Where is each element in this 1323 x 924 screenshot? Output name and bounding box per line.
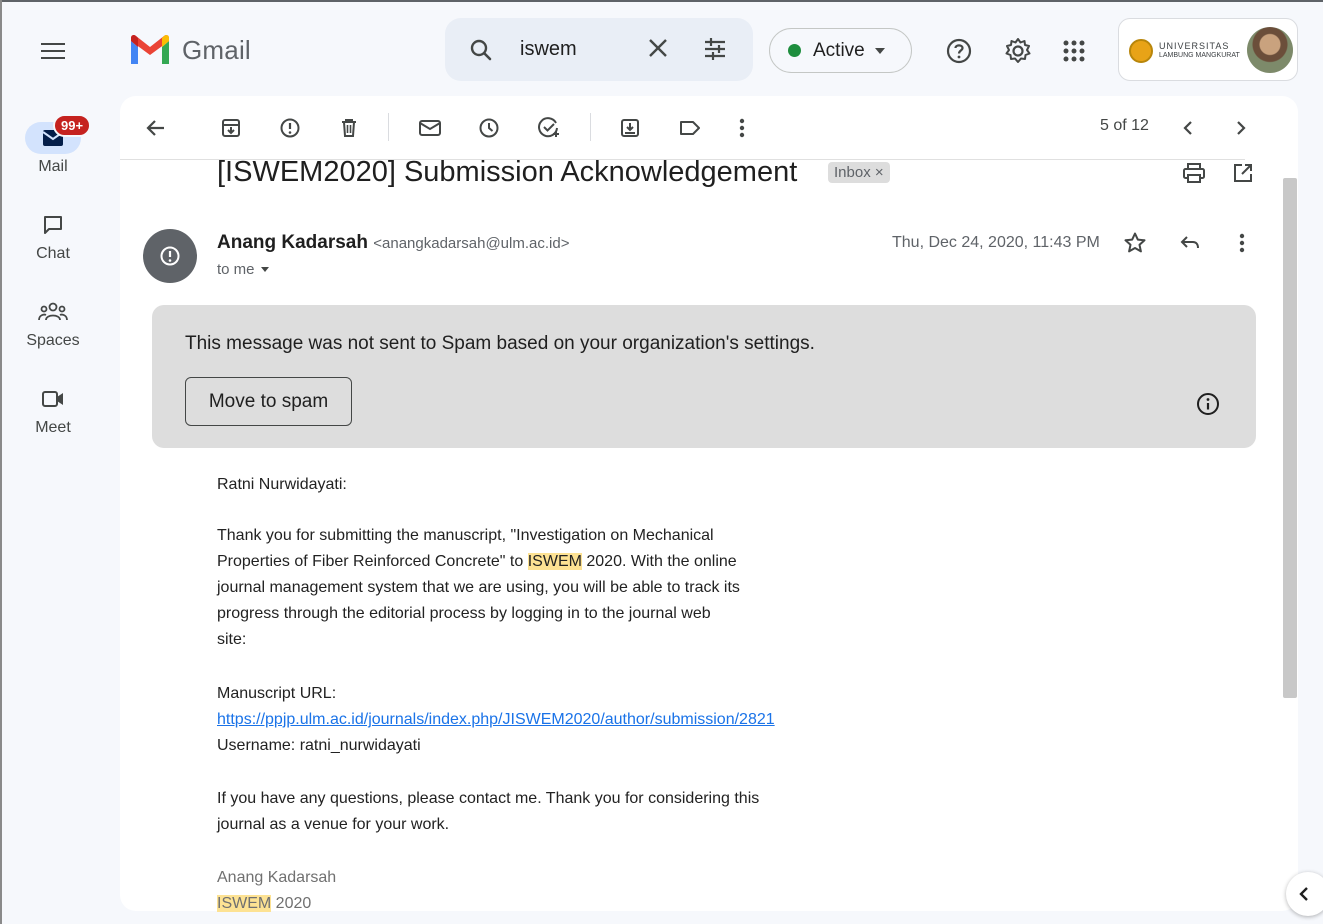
status-button[interactable]: Active	[769, 28, 912, 73]
rail-item-spaces[interactable]: Spaces	[8, 296, 98, 350]
report-spam-icon[interactable]	[277, 115, 303, 141]
star-icon[interactable]	[1122, 230, 1148, 256]
search-options-icon[interactable]	[702, 36, 728, 67]
rail-item-mail[interactable]: 99+ Mail	[8, 114, 98, 176]
manuscript-url-label: Manuscript URL:	[217, 685, 337, 702]
chat-icon	[44, 216, 62, 234]
settings-gear-icon[interactable]	[1002, 35, 1034, 67]
search-bar[interactable]: iswem	[445, 18, 753, 81]
move-to-spam-button[interactable]: Move to spam	[185, 377, 352, 426]
clear-search-icon[interactable]	[645, 35, 671, 66]
app-name: Gmail	[182, 34, 251, 65]
message-more-icon[interactable]	[1229, 230, 1255, 256]
move-to-icon[interactable]	[617, 115, 643, 141]
open-new-window-icon[interactable]	[1230, 160, 1256, 186]
apps-grid-icon[interactable]	[1058, 35, 1090, 67]
search-highlight: ISWEM	[217, 895, 272, 912]
email-greeting: Ratni Nurwidayati:	[217, 476, 347, 493]
help-icon[interactable]	[943, 35, 975, 67]
archive-icon[interactable]	[218, 115, 244, 141]
search-input[interactable]: iswem	[520, 38, 577, 61]
rail-label-mail: Mail	[38, 158, 68, 175]
window-top-border	[0, 0, 1323, 2]
email-date: Thu, Dec 24, 2020, 11:43 PM	[892, 234, 1100, 251]
spaces-icon	[38, 302, 68, 321]
email-manuscript-info: Manuscript URL: https://ppjp.ulm.ac.id/j…	[217, 681, 775, 759]
rail-label-meet: Meet	[35, 419, 71, 436]
add-to-tasks-icon[interactable]	[536, 115, 562, 141]
back-arrow-icon[interactable]	[143, 115, 169, 141]
email-paragraph-1: Thank you for submitting the manuscript,…	[217, 527, 740, 648]
warning-alert-icon	[160, 246, 180, 266]
mark-unread-icon[interactable]	[417, 115, 443, 141]
info-icon[interactable]	[1195, 391, 1221, 422]
label-tag-icon[interactable]	[677, 115, 703, 141]
username-line: Username: ratni_nurwidayati	[217, 737, 421, 754]
status-dot	[788, 44, 801, 57]
sender-name[interactable]: Anang Kadarsah <anangkadarsah@ulm.ac.id>	[217, 232, 569, 254]
window-left-border	[0, 0, 2, 924]
pagination-count: 5 of 12	[1100, 117, 1149, 134]
rail-item-meet[interactable]: Meet	[8, 383, 98, 437]
email-paragraph-3: If you have any questions, please contac…	[217, 790, 760, 833]
email-signature: Anang Kadarsah ISWEM 2020	[217, 869, 337, 912]
toolbar-divider	[590, 113, 591, 141]
account-switcher[interactable]: UNIVERSITAS LAMBUNG MANGKURAT	[1118, 18, 1298, 81]
chevron-down-icon	[874, 47, 885, 54]
status-label: Active	[813, 39, 865, 61]
chevron-right-icon[interactable]	[1228, 115, 1254, 141]
sender-avatar[interactable]	[143, 229, 197, 283]
unread-count-badge: 99+	[53, 114, 92, 137]
main-menu-icon[interactable]	[38, 36, 68, 66]
scrollbar-thumb[interactable]	[1283, 178, 1297, 698]
print-icon[interactable]	[1181, 160, 1207, 186]
spam-warning-banner: This message was not sent to Spam based …	[152, 305, 1256, 448]
video-camera-icon	[42, 391, 63, 407]
email-subject: [ISWEM2020] Submission Acknowledgement	[217, 156, 798, 188]
rail-label-chat: Chat	[36, 245, 70, 262]
toolbar-divider	[388, 113, 389, 141]
rail-item-chat[interactable]: Chat	[8, 209, 98, 263]
recipient-details-toggle[interactable]: to me	[217, 261, 269, 278]
chevron-down-icon	[260, 267, 269, 272]
university-logo	[1129, 39, 1153, 63]
side-panel-toggle[interactable]	[1286, 872, 1323, 916]
more-options-icon[interactable]	[729, 115, 755, 141]
chevron-left-icon[interactable]	[1175, 115, 1201, 141]
sender-email: <anangkadarsah@ulm.ac.id>	[373, 235, 570, 252]
search-icon[interactable]	[469, 38, 493, 67]
gmail-m-icon	[131, 34, 169, 64]
manuscript-url-link[interactable]: https://ppjp.ulm.ac.id/journals/index.ph…	[217, 711, 775, 728]
search-highlight: ISWEM	[527, 553, 582, 570]
snooze-clock-icon[interactable]	[476, 115, 502, 141]
inbox-label-chip[interactable]: Inbox ×	[828, 162, 890, 183]
rail-label-spaces: Spaces	[26, 332, 80, 349]
chevron-left-icon	[1299, 887, 1308, 901]
gmail-logo[interactable]: Gmail	[128, 30, 251, 70]
recipient-label: to me	[217, 261, 255, 278]
delete-trash-icon[interactable]	[336, 115, 362, 141]
organization-name: UNIVERSITAS LAMBUNG MANGKURAT	[1159, 41, 1240, 59]
warning-message: This message was not sent to Spam based …	[185, 333, 815, 354]
account-avatar[interactable]	[1247, 27, 1293, 73]
reply-icon[interactable]	[1177, 230, 1203, 256]
